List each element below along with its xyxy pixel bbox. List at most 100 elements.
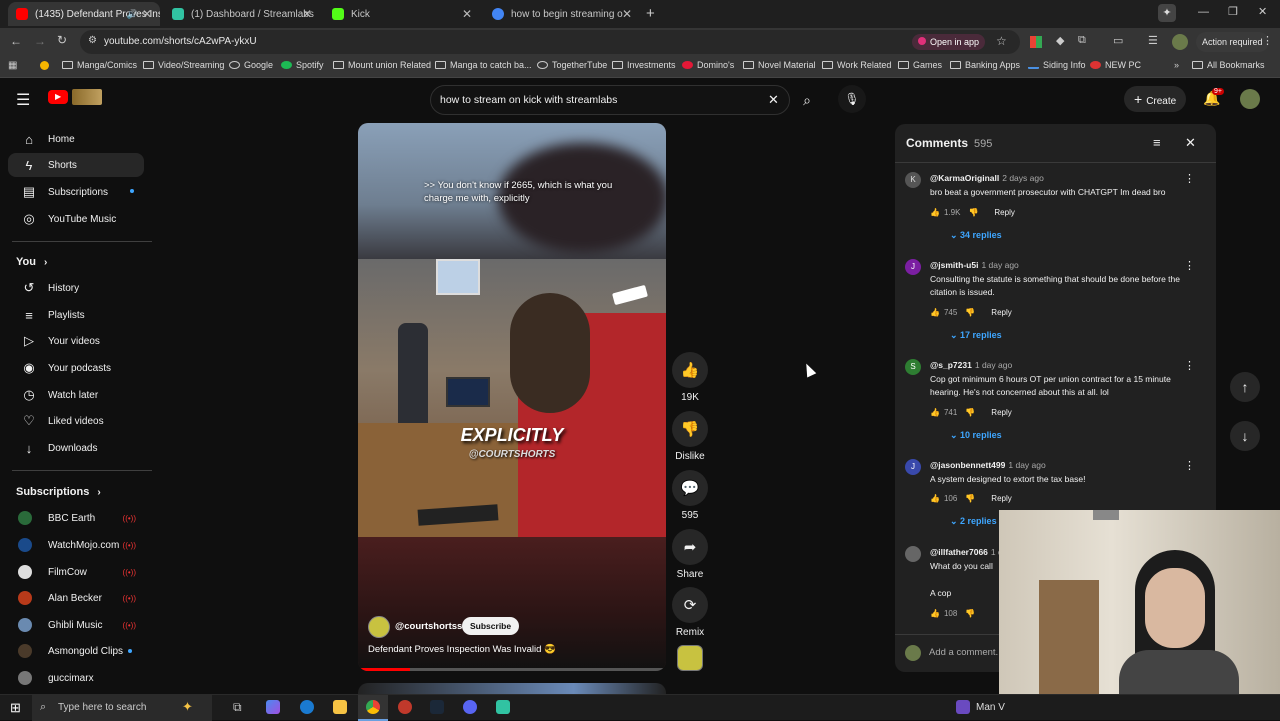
app-tray-icon[interactable] — [956, 700, 970, 714]
back-icon[interactable]: ← — [10, 34, 22, 48]
like-button[interactable]: 👍 19K — [672, 352, 708, 403]
sidebar-item-your-videos[interactable]: ▷ Your videos — [8, 329, 144, 353]
view-replies-button[interactable]: ⌄ 2 replies — [950, 516, 997, 527]
discord-icon[interactable] — [463, 700, 477, 714]
like-icon[interactable]: 👍 — [930, 308, 940, 317]
sidebar-item-watch-later[interactable]: ◷ Watch later — [8, 383, 144, 407]
tab-google-search[interactable]: how to begin streaming on kick ✕ — [484, 2, 640, 26]
media-icon[interactable]: ▭ — [1113, 34, 1123, 47]
site-info-icon[interactable]: ⚙ — [88, 35, 97, 46]
commenter-avatar[interactable]: J — [905, 459, 921, 475]
sidebar-item-playlists[interactable]: ≡ Playlists — [8, 303, 144, 327]
subscription-item[interactable]: Asmongold Clips — [8, 639, 144, 663]
clear-search-icon[interactable]: ✕ — [768, 92, 779, 108]
reply-button[interactable]: Reply — [991, 494, 1011, 503]
dislike-button[interactable]: 👎 Dislike — [672, 411, 708, 462]
next-short-arrow-icon[interactable]: ↓ — [1230, 421, 1260, 451]
hamburger-menu-icon[interactable]: ☰ — [16, 90, 30, 110]
sort-icon[interactable]: ≡ — [1153, 135, 1161, 150]
bookmark-item[interactable]: Manga to catch ba... — [435, 60, 532, 70]
file-explorer-icon[interactable] — [333, 700, 347, 714]
like-icon[interactable]: 👍 — [930, 208, 940, 217]
progress-bar-track[interactable] — [358, 668, 666, 671]
subscription-item[interactable]: BBC Earth ((•)) — [8, 506, 144, 530]
minimize-icon[interactable]: — — [1198, 6, 1209, 18]
close-window-icon[interactable]: ✕ — [1258, 5, 1267, 18]
taskbar-search-input[interactable]: Type here to search — [58, 702, 146, 713]
open-in-app-button[interactable]: Open in app — [912, 34, 986, 50]
streamlabs-icon[interactable] — [496, 700, 510, 714]
restore-icon[interactable]: ❐ — [1228, 5, 1238, 18]
bookmark-star-icon[interactable]: ☆ — [996, 34, 1007, 48]
sidebar-item-liked-videos[interactable]: ♡ Liked videos — [8, 409, 144, 433]
bookmark-item[interactable]: Manga/Comics — [62, 60, 137, 70]
like-icon[interactable]: 👍 — [930, 408, 940, 417]
subscription-item[interactable]: guccimarx — [8, 666, 144, 690]
close-comments-icon[interactable]: ✕ — [1185, 135, 1196, 151]
tab-search-icon[interactable]: ☰ — [1148, 34, 1158, 47]
sidebar-item-home[interactable]: ⌂ Home — [8, 127, 144, 151]
doodle-logo[interactable] — [72, 89, 102, 105]
subscriptions-section-header[interactable]: Subscriptions › — [16, 486, 101, 498]
comment-handle[interactable]: @s_p7231 1 day ago — [930, 360, 1012, 370]
bookmark-item[interactable]: Siding Info — [1028, 60, 1086, 70]
comment-handle[interactable]: @jasonbennett499 1 day ago — [930, 460, 1046, 470]
bookmarks-overflow-icon[interactable]: » — [1174, 60, 1179, 70]
action-required-button[interactable]: Action required — [1196, 32, 1269, 52]
subscription-item[interactable]: Ghibli Music ((•)) — [8, 613, 144, 637]
bookmark-item[interactable]: Novel Material — [743, 60, 816, 70]
tab-kick[interactable]: Kick ✕ — [324, 2, 480, 26]
audio-thumbnail[interactable] — [677, 645, 703, 671]
short-title[interactable]: Defendant Proves Inspection Was Invalid … — [368, 644, 556, 655]
dislike-icon[interactable]: 👎 — [965, 408, 975, 417]
comment-more-icon[interactable]: ⋮ — [1184, 259, 1195, 272]
sidebar-item-history[interactable]: ↺ History — [8, 276, 144, 300]
channel-avatar[interactable] — [368, 616, 390, 638]
search-bar[interactable]: how to stream on kick with streamlabs ✕ — [430, 85, 790, 115]
sidebar-item-subscriptions[interactable]: ▤ Subscriptions — [8, 180, 144, 204]
close-tab-icon[interactable]: ✕ — [142, 7, 152, 21]
windows-start-icon[interactable]: ⊞ — [10, 700, 21, 716]
gemini-icon[interactable]: ✦ — [1158, 4, 1176, 22]
commenter-avatar[interactable] — [905, 546, 921, 562]
bookmark-item[interactable]: Spotify — [281, 60, 324, 70]
close-tab-icon[interactable]: ✕ — [302, 7, 312, 21]
short-video-player[interactable]: >> You don't know if 2665, which is what… — [358, 123, 666, 671]
sidebar-item-youtube-music[interactable]: ◎ YouTube Music — [8, 207, 144, 231]
comment-handle[interactable]: @illfather7066 1 d — [930, 547, 1003, 557]
bookmark-item[interactable]: Google — [229, 60, 273, 70]
comment-more-icon[interactable]: ⋮ — [1184, 459, 1195, 472]
address-bar[interactable]: ⚙ youtube.com/shorts/cA2wPA-ykxU Open in… — [80, 30, 1020, 54]
like-icon[interactable]: 👍 — [930, 494, 940, 503]
comment-more-icon[interactable]: ⋮ — [1184, 359, 1195, 372]
view-replies-button[interactable]: ⌄ 34 replies — [950, 230, 1002, 241]
chrome-taskbar-item[interactable] — [358, 695, 388, 721]
comment-handle[interactable]: @KarmaOriginall 2 days ago — [930, 173, 1044, 183]
you-section-header[interactable]: You › — [16, 256, 47, 268]
channel-handle[interactable]: @courtshortss — [395, 621, 462, 632]
account-avatar[interactable] — [1240, 89, 1260, 109]
dislike-icon[interactable]: 👎 — [965, 308, 975, 317]
bookmark-item[interactable]: TogetherTube — [537, 60, 607, 70]
sidebar-item-your-podcasts[interactable]: ◉ Your podcasts — [8, 356, 144, 380]
steam-icon[interactable] — [430, 700, 444, 714]
edge-icon[interactable] — [300, 700, 314, 714]
close-tab-icon[interactable]: ✕ — [462, 7, 472, 21]
subscription-item[interactable]: Alan Becker ((•)) — [8, 586, 144, 610]
view-replies-button[interactable]: ⌄ 10 replies — [950, 430, 1002, 441]
subscription-item[interactable]: FilmCow ((•)) — [8, 560, 144, 584]
subscription-item[interactable]: WatchMojo.com ((•)) — [8, 533, 144, 557]
comment-more-icon[interactable]: ⋮ — [1184, 172, 1195, 185]
view-replies-button[interactable]: ⌄ 17 replies — [950, 330, 1002, 341]
comment-handle[interactable]: @jsmith-u5i 1 day ago — [930, 260, 1019, 270]
profile-avatar[interactable] — [1172, 34, 1188, 50]
bookmark-item[interactable]: Mount union Related — [333, 60, 431, 70]
bookmark-item[interactable]: Banking Apps — [950, 60, 1020, 70]
bookmark-item[interactable]: Investments — [612, 60, 676, 70]
close-tab-icon[interactable]: ✕ — [622, 7, 632, 21]
create-button[interactable]: + Create — [1124, 86, 1187, 112]
bookmark-item[interactable]: Domino's — [682, 60, 734, 70]
dislike-icon[interactable]: 👎 — [968, 208, 978, 217]
comments-button[interactable]: 💬 595 — [672, 470, 708, 521]
reply-button[interactable]: Reply — [994, 208, 1014, 217]
